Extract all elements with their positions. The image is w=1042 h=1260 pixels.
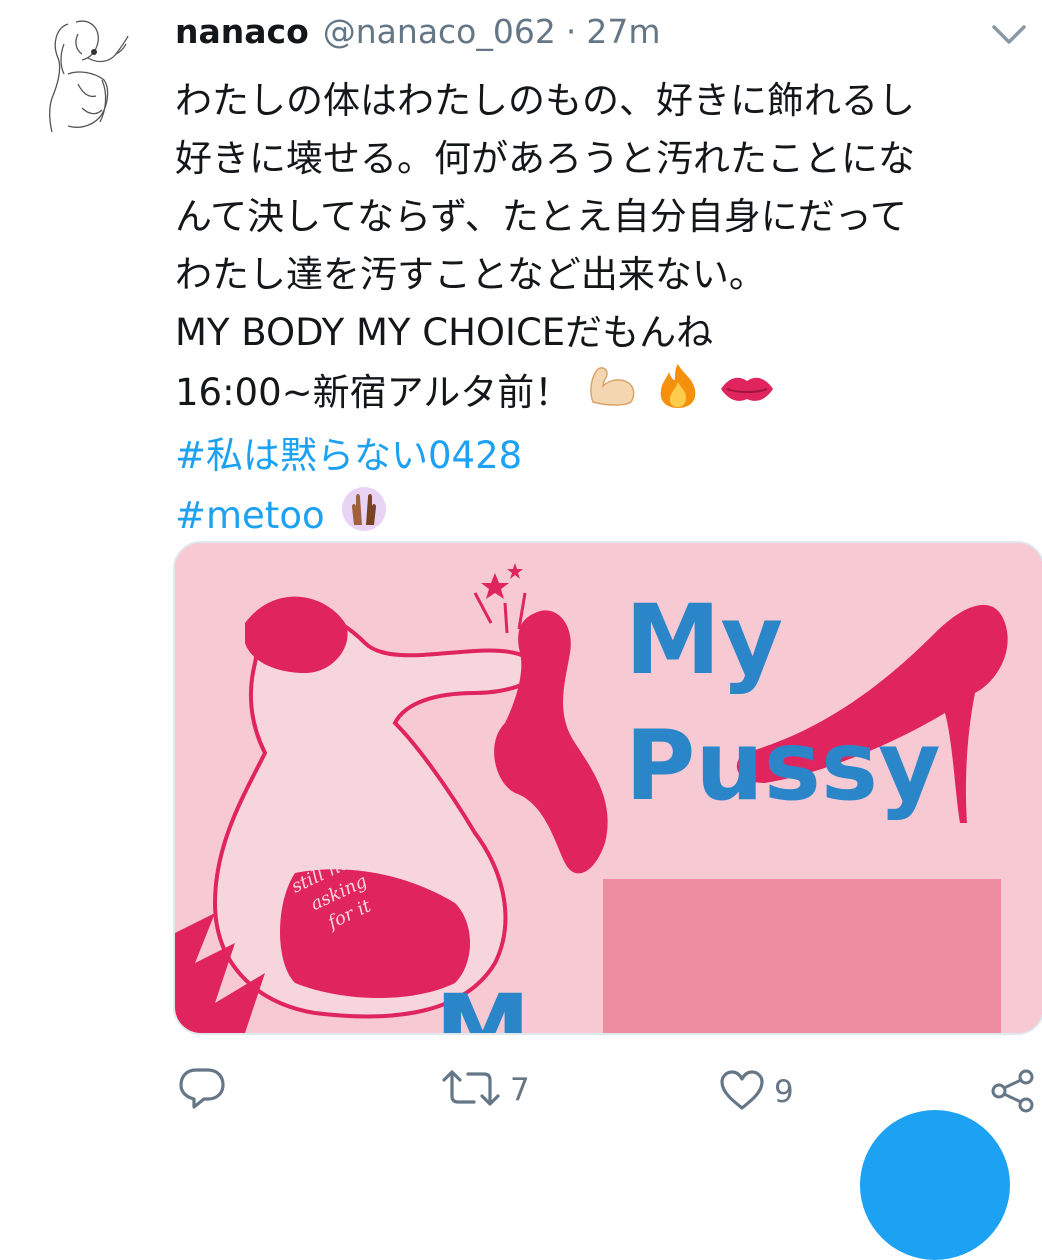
like-count: 9 [774, 1074, 794, 1110]
tweet-line: わたし達を汚すことなど出来ない。 [175, 253, 766, 296]
retweet-button[interactable]: 7 [440, 1066, 530, 1114]
tweet-line: んて決してならず、たとえ自分自身にだって [175, 195, 907, 238]
timestamp[interactable]: 27m [586, 12, 660, 51]
tweet-header: nanaco @nanaco_062 · 27m [175, 12, 1042, 60]
like-button[interactable]: 9 [718, 1068, 794, 1116]
fire-icon [653, 362, 703, 427]
avatar[interactable] [38, 14, 130, 134]
user-handle[interactable]: @nanaco_062 [323, 12, 556, 51]
hashtag-link[interactable]: #私は黙らない0428 [175, 427, 1025, 485]
reply-icon [178, 1066, 226, 1114]
tweet-actions: 7 9 [0, 1060, 1042, 1120]
compose-button[interactable] [860, 1110, 1010, 1260]
tweet-line: MY BODY MY CHOICEだもんね [175, 311, 714, 354]
media-title-line2: Pussy [625, 710, 941, 822]
reply-button[interactable] [178, 1066, 226, 1114]
flexed-biceps-icon [587, 364, 637, 425]
retweet-icon [440, 1066, 502, 1114]
chevron-down-icon[interactable] [990, 22, 1028, 48]
event-line: 16:00~新宿アルタ前！ [175, 362, 1025, 427]
tweet-text: わたしの体はわたしのもの、好きに飾れるし 好きに壊せる。何があろうと汚れたことに… [175, 72, 1025, 550]
tweet-line: わたしの体はわたしのもの、好きに飾れるし [175, 79, 915, 122]
hashtag-link[interactable]: #metoo [175, 494, 325, 537]
media-card[interactable]: My Pussy M still not asking for it [173, 541, 1042, 1035]
share-icon [990, 1068, 1036, 1118]
share-button[interactable] [990, 1068, 1036, 1118]
display-name[interactable]: nanaco [175, 12, 309, 51]
media-bottom-letter: M [435, 974, 531, 1033]
kiss-mark-icon [719, 366, 775, 424]
separator-dot: · [565, 12, 577, 51]
tweet-line: 好きに壊せる。何があろうと汚れたことにな [175, 137, 915, 180]
event-text: 16:00~新宿アルタ前！ [175, 371, 572, 414]
retweet-count: 7 [510, 1072, 530, 1108]
media-title-line1: My [625, 584, 783, 696]
heart-icon [718, 1068, 766, 1116]
